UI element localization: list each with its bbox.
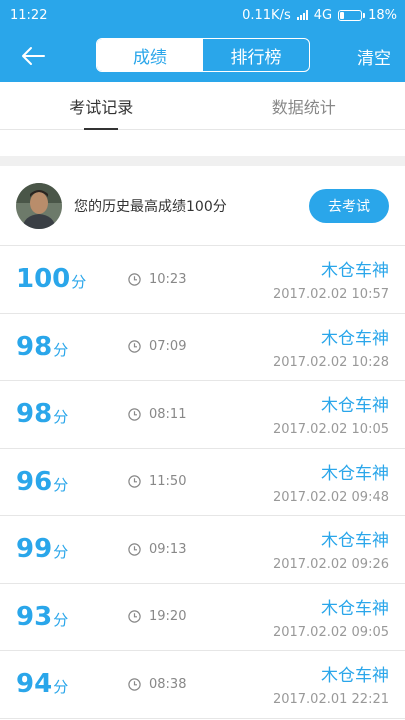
record-date: 2017.02.02 10:28 bbox=[272, 354, 389, 370]
score: 96分 bbox=[16, 467, 128, 497]
user-name: 木仓车神 bbox=[321, 598, 389, 619]
clock-icon bbox=[128, 475, 141, 488]
tab-statistics[interactable]: 数据统计 bbox=[203, 82, 405, 129]
duration-value: 07:09 bbox=[149, 339, 187, 355]
clear-button[interactable]: 清空 bbox=[357, 44, 391, 69]
clock-icon bbox=[128, 543, 141, 556]
sub-tabs: 考试记录 数据统计 bbox=[0, 82, 405, 130]
record-row[interactable]: 100分 10:23 木仓车神 2017.02.02 10:57 bbox=[0, 246, 405, 314]
duration: 07:09 bbox=[128, 339, 186, 354]
score-unit: 分 bbox=[53, 543, 69, 562]
record-meta: 木仓车神 2017.02.02 09:05 bbox=[273, 594, 389, 640]
battery-icon bbox=[338, 9, 366, 21]
clock-icon bbox=[128, 273, 141, 286]
score-value: 96 bbox=[16, 466, 53, 497]
duration: 08:38 bbox=[128, 677, 186, 692]
score-value: 93 bbox=[16, 601, 53, 632]
spacer bbox=[0, 130, 405, 156]
score-unit: 分 bbox=[53, 408, 69, 427]
best-score-text: 您的历史最高成绩100分 bbox=[74, 198, 227, 215]
clock-icon bbox=[128, 340, 141, 353]
record-row[interactable]: 93分 19:20 木仓车神 2017.02.02 09:05 bbox=[0, 584, 405, 651]
record-meta: 木仓车神 2017.02.02 10:28 bbox=[273, 324, 389, 370]
duration: 10:23 bbox=[128, 272, 186, 287]
best-score-banner: 您的历史最高成绩100分 去考试 bbox=[0, 166, 405, 246]
duration-value: 08:38 bbox=[149, 676, 187, 692]
clock-icon bbox=[128, 408, 141, 421]
duration-value: 09:13 bbox=[149, 541, 187, 557]
score-value: 100 bbox=[16, 264, 71, 295]
duration: 11:50 bbox=[128, 474, 186, 489]
user-name: 木仓车神 bbox=[321, 396, 389, 416]
score-unit: 分 bbox=[53, 678, 69, 697]
signal-icon bbox=[296, 10, 308, 20]
score: 94分 bbox=[16, 669, 128, 699]
start-exam-button[interactable]: 去考试 bbox=[309, 188, 389, 223]
back-button[interactable] bbox=[18, 42, 48, 70]
arrow-left-icon bbox=[22, 47, 45, 65]
tab-leaderboard[interactable]: 排行榜 bbox=[203, 39, 309, 71]
record-row[interactable]: 96分 11:50 木仓车神 2017.02.02 09:48 bbox=[0, 449, 405, 516]
duration-value: 19:20 bbox=[149, 609, 187, 625]
tab-exam-records[interactable]: 考试记录 bbox=[0, 82, 203, 129]
clock-icon bbox=[128, 610, 141, 623]
user-name: 木仓车神 bbox=[321, 666, 389, 686]
duration: 09:13 bbox=[128, 542, 186, 557]
user-name: 木仓车神 bbox=[321, 328, 389, 349]
score: 98分 bbox=[16, 332, 128, 362]
tab-scores[interactable]: 成绩 bbox=[97, 39, 203, 71]
score-value: 98 bbox=[16, 399, 53, 430]
duration-value: 08:11 bbox=[149, 406, 187, 422]
record-list: 100分 10:23 木仓车神 2017.02.02 10:57 98分 07:… bbox=[0, 246, 405, 719]
score: 93分 bbox=[16, 602, 128, 632]
duration: 08:11 bbox=[128, 407, 186, 422]
score-value: 98 bbox=[16, 331, 53, 362]
status-time: 11:22 bbox=[10, 7, 48, 23]
record-date: 2017.02.02 09:26 bbox=[272, 557, 389, 572]
user-name: 木仓车神 bbox=[321, 463, 389, 484]
duration: 19:20 bbox=[128, 609, 186, 624]
user-name: 木仓车神 bbox=[321, 531, 389, 551]
divider bbox=[0, 156, 405, 166]
score-unit: 分 bbox=[71, 273, 87, 292]
user-name: 木仓车神 bbox=[321, 261, 389, 281]
score-unit: 分 bbox=[53, 340, 69, 359]
segment-control: 成绩 排行榜 bbox=[96, 38, 310, 72]
duration-value: 11:50 bbox=[149, 474, 187, 490]
record-date: 2017.02.02 10:57 bbox=[272, 287, 389, 302]
avatar bbox=[16, 182, 62, 229]
header: 成绩 排行榜 清空 bbox=[0, 30, 405, 82]
battery-percent: 18% bbox=[368, 7, 397, 23]
network-speed: 0.11K/s bbox=[242, 7, 291, 23]
record-meta: 木仓车神 2017.02.02 10:05 bbox=[273, 391, 389, 437]
app: 11:22 0.11K/s 4G 18% 成绩 排行榜 清空 考试记录 数据统计 bbox=[0, 0, 405, 720]
duration-value: 10:23 bbox=[149, 271, 187, 287]
score-value: 99 bbox=[16, 534, 53, 565]
record-date: 2017.02.02 09:48 bbox=[272, 489, 389, 505]
status-bar: 11:22 0.11K/s 4G 18% bbox=[0, 0, 405, 30]
score: 100分 bbox=[16, 264, 128, 294]
clock-icon bbox=[128, 678, 141, 691]
record-meta: 木仓车神 2017.02.02 10:57 bbox=[273, 256, 389, 302]
record-meta: 木仓车神 2017.02.02 09:48 bbox=[273, 459, 389, 505]
record-row[interactable]: 99分 09:13 木仓车神 2017.02.02 09:26 bbox=[0, 516, 405, 584]
record-row[interactable]: 94分 08:38 木仓车神 2017.02.01 22:21 bbox=[0, 651, 405, 719]
record-date: 2017.02.01 22:21 bbox=[272, 692, 389, 707]
score-unit: 分 bbox=[53, 475, 69, 494]
score: 99分 bbox=[16, 534, 128, 564]
record-meta: 木仓车神 2017.02.01 22:21 bbox=[273, 661, 389, 707]
record-row[interactable]: 98分 08:11 木仓车神 2017.02.02 10:05 bbox=[0, 381, 405, 449]
record-date: 2017.02.02 10:05 bbox=[272, 422, 389, 437]
record-date: 2017.02.02 09:05 bbox=[272, 624, 389, 640]
score-value: 94 bbox=[16, 669, 53, 700]
score-unit: 分 bbox=[53, 610, 69, 629]
record-row[interactable]: 98分 07:09 木仓车神 2017.02.02 10:28 bbox=[0, 314, 405, 381]
network-type: 4G bbox=[313, 7, 333, 23]
record-meta: 木仓车神 2017.02.02 09:26 bbox=[273, 526, 389, 572]
score: 98分 bbox=[16, 399, 128, 429]
